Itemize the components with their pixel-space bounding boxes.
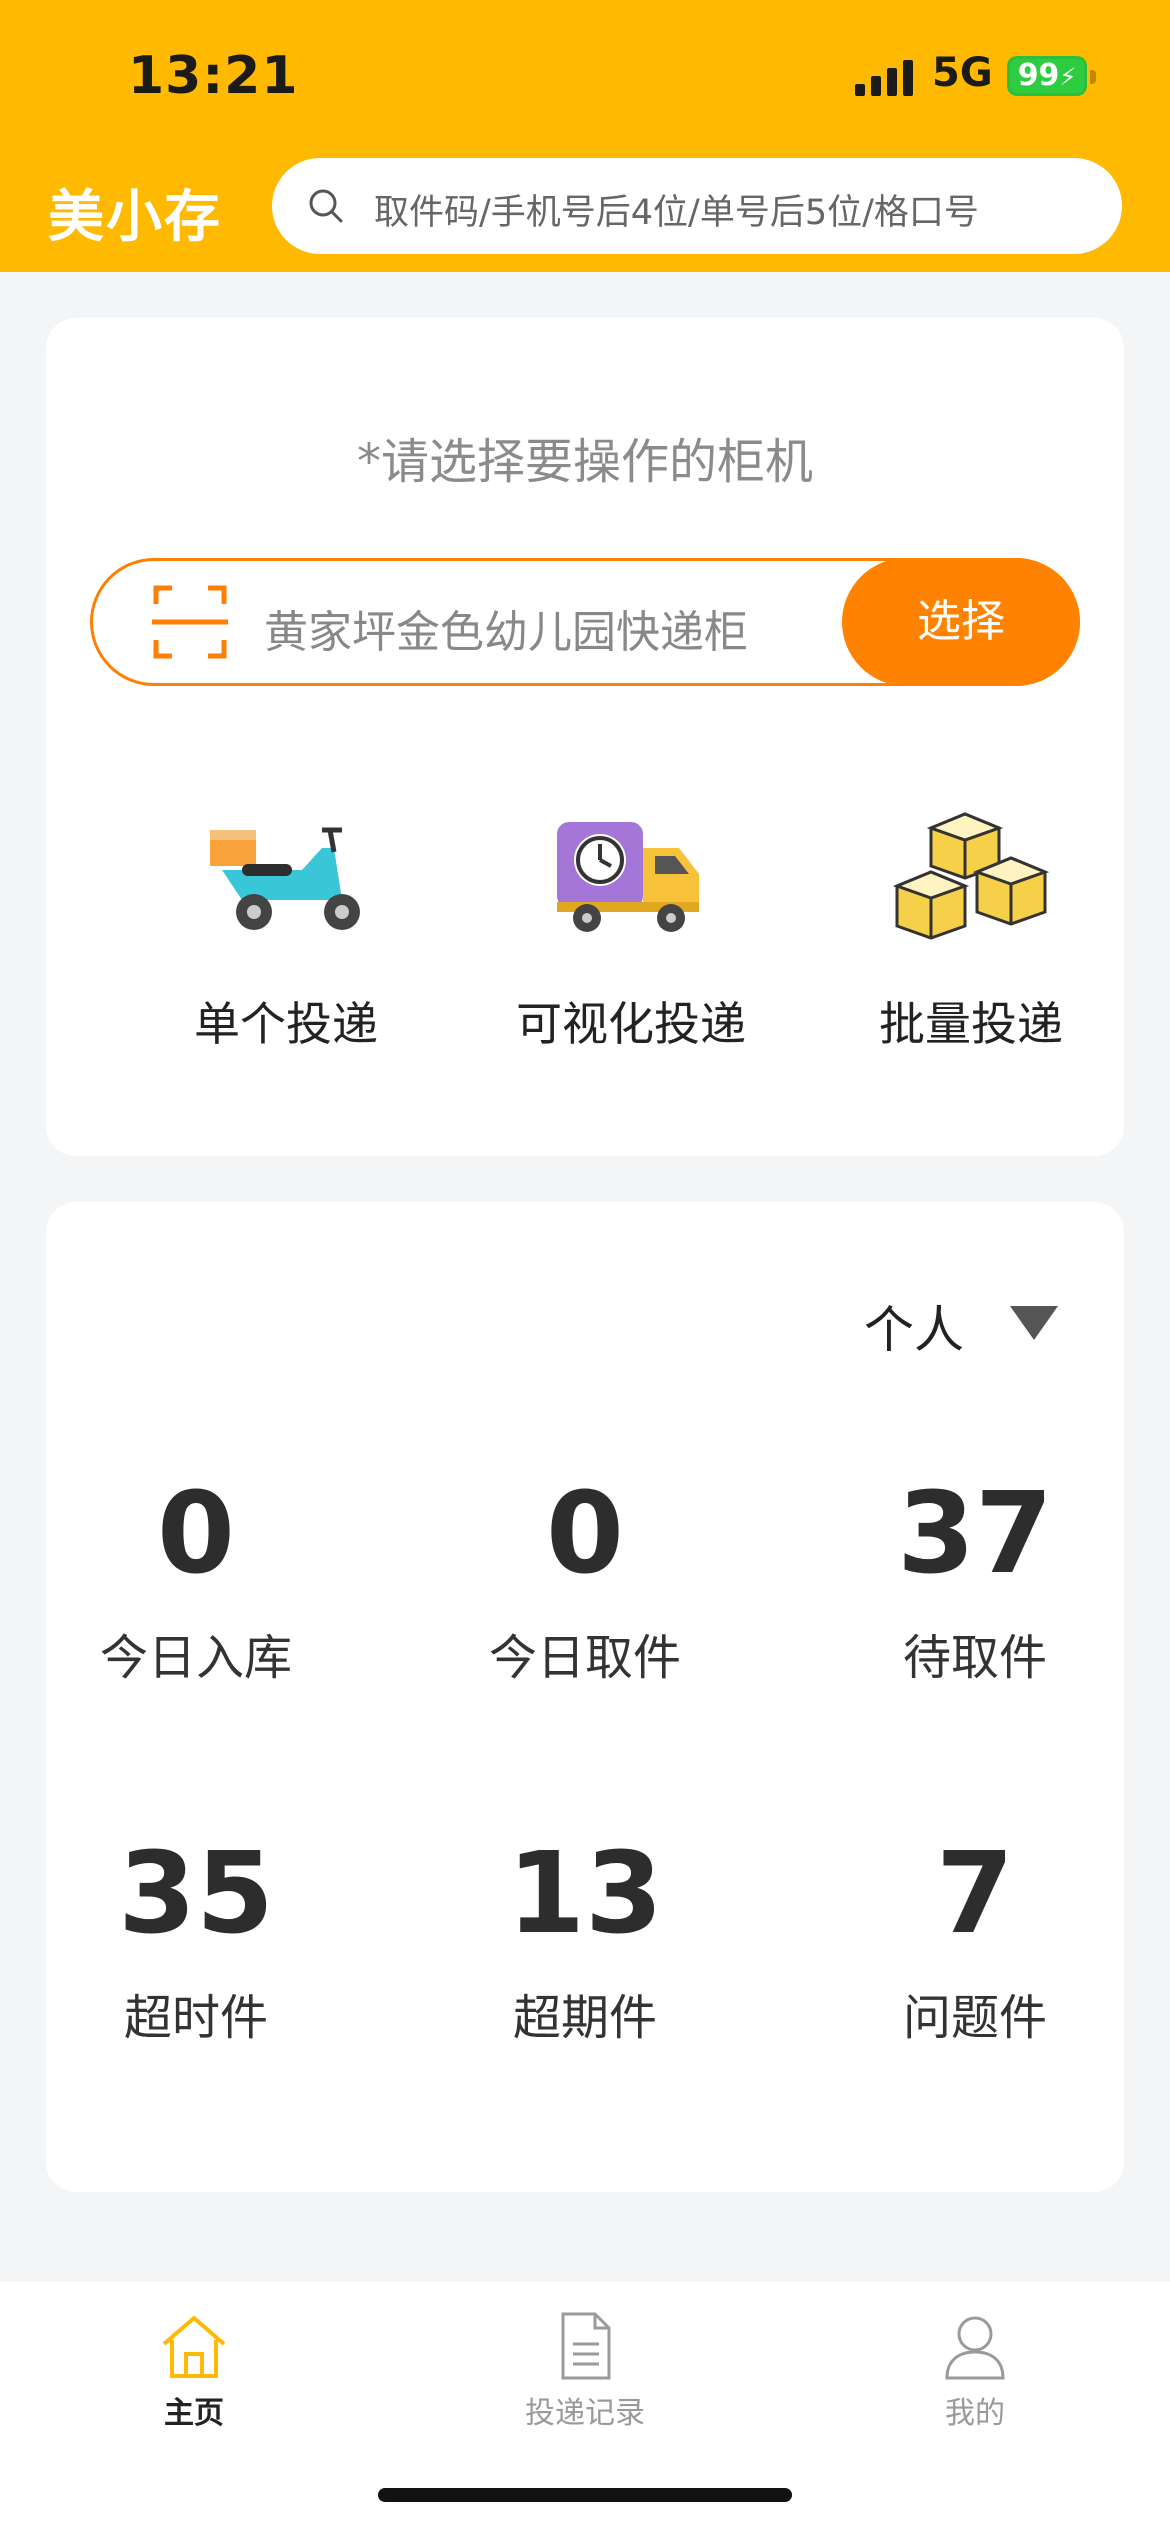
stat-today-picked[interactable]: 0 今日取件 <box>435 1474 735 1688</box>
app-brand: 美小存 <box>48 185 222 250</box>
select-cabinet-button[interactable]: 选择 <box>842 558 1080 686</box>
home-indicator[interactable] <box>378 2488 792 2502</box>
battery-tip <box>1090 70 1096 84</box>
stat-label: 今日入库 <box>99 1630 292 1686</box>
boxes-icon <box>892 812 1050 940</box>
visual-delivery-button[interactable]: 可视化投递 <box>461 808 801 1078</box>
document-icon <box>561 2312 611 2380</box>
charging-bolt-icon: ⚡ <box>1059 63 1077 91</box>
action-label: 可视化投递 <box>516 997 746 1051</box>
nav-item-home[interactable]: 主页 <box>74 2300 314 2450</box>
stats-card: 个人 0 今日入库 0 今日取件 37 待取件 35 超时件 13 超期件 7 … <box>46 1202 1124 2192</box>
battery-level: 99 <box>1017 58 1060 93</box>
stat-value: 37 <box>897 1469 1053 1599</box>
stat-timeout[interactable]: 35 超时件 <box>46 1834 346 2048</box>
nav-item-delivery-records[interactable]: 投递记录 <box>465 2300 705 2450</box>
action-label: 批量投递 <box>879 997 1063 1051</box>
scooter-icon <box>210 827 360 930</box>
stat-value: 13 <box>507 1829 663 1959</box>
stat-label: 待取件 <box>902 1630 1047 1686</box>
stat-pending-pickup[interactable]: 37 待取件 <box>825 1474 1125 1688</box>
single-delivery-button[interactable]: 单个投递 <box>116 808 456 1078</box>
stat-value: 0 <box>157 1469 235 1599</box>
home-icon <box>162 2316 226 2378</box>
stat-label: 超期件 <box>512 1990 657 2046</box>
stat-overdue[interactable]: 13 超期件 <box>435 1834 735 2048</box>
stat-label: 今日取件 <box>488 1630 681 1686</box>
cabinet-selector[interactable]: 黄家坪金色幼儿园快递柜 选择 <box>90 558 1080 686</box>
nav-label: 我的 <box>945 2396 1005 2431</box>
stat-today-in[interactable]: 0 今日入库 <box>46 1474 346 1688</box>
cabinet-hint: *请选择要操作的柜机 <box>356 434 813 490</box>
stat-value: 0 <box>546 1469 624 1599</box>
stat-value: 7 <box>936 1829 1014 1959</box>
battery-indicator: 99⚡ <box>1007 56 1087 96</box>
scan-icon[interactable] <box>150 582 230 662</box>
nav-item-profile[interactable]: 我的 <box>855 2300 1095 2450</box>
status-time: 13:21 <box>128 46 299 106</box>
dropdown-caret-icon[interactable] <box>1010 1306 1058 1340</box>
scope-filter[interactable]: 个人 <box>864 1290 964 1362</box>
cabinet-name: 黄家坪金色幼儿园快递柜 <box>264 607 748 658</box>
cabinet-card: *请选择要操作的柜机 黄家坪金色幼儿园快递柜 选择 单个投递 可视化投递 批量投… <box>46 318 1124 1156</box>
stat-label: 超时件 <box>123 1990 268 2046</box>
search-input[interactable]: 取件码/手机号后4位/单号后5位/格口号 <box>272 158 1122 254</box>
stat-problem[interactable]: 7 问题件 <box>825 1834 1125 2048</box>
search-icon <box>309 189 343 223</box>
user-icon <box>945 2316 1005 2380</box>
truck-clock-icon <box>557 822 699 932</box>
stat-label: 问题件 <box>902 1990 1047 2046</box>
header-bar: 13:21 5G 99⚡ 美小存 取件码/手机号后4位/单号后5位/格口号 <box>0 0 1170 272</box>
signal-icon <box>855 60 913 96</box>
action-label: 单个投递 <box>194 997 378 1051</box>
nav-label: 投递记录 <box>525 2396 645 2431</box>
batch-delivery-button[interactable]: 批量投递 <box>801 808 1141 1078</box>
search-placeholder: 取件码/手机号后4位/单号后5位/格口号 <box>374 193 979 233</box>
nav-label: 主页 <box>164 2396 224 2431</box>
network-type: 5G <box>932 50 993 96</box>
stat-value: 35 <box>118 1829 274 1959</box>
